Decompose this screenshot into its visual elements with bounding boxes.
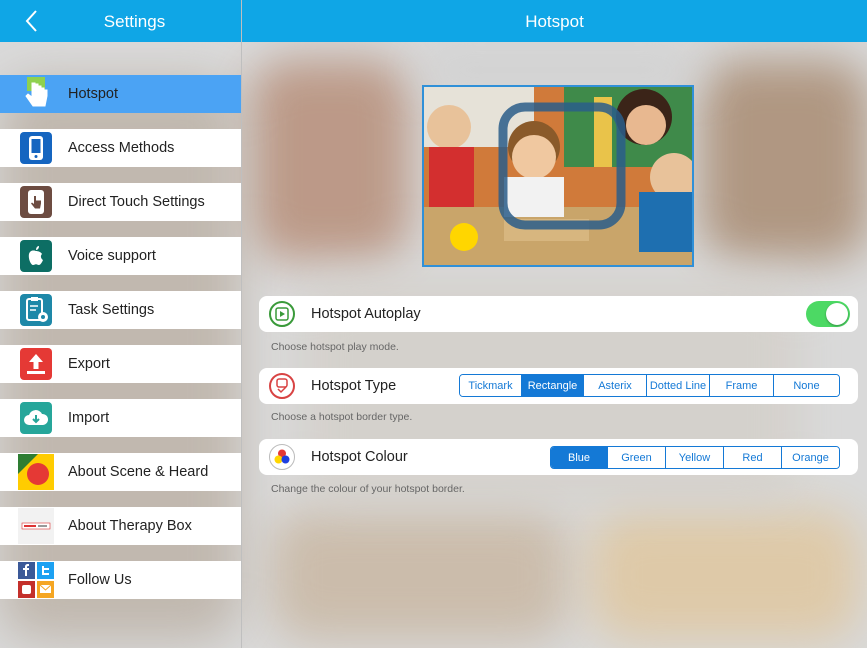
autoplay-label: Hotspot Autoplay xyxy=(311,306,421,322)
upload-icon xyxy=(18,346,54,382)
sidebar-item-label: Voice support xyxy=(68,248,156,264)
sidebar-item-label: Export xyxy=(68,356,110,372)
type-option-frame[interactable]: Frame xyxy=(710,375,774,396)
clipboard-gear-icon xyxy=(18,292,54,328)
autoplay-toggle[interactable] xyxy=(806,301,850,327)
sidebar-item-direct-touch-settings[interactable]: Direct Touch Settings xyxy=(0,183,241,221)
sidebar-item-label: About Therapy Box xyxy=(68,518,192,534)
type-option-tickmark[interactable]: Tickmark xyxy=(460,375,522,396)
autoplay-hint: Choose hotspot play mode. xyxy=(271,341,399,353)
scene-heard-logo-icon xyxy=(18,454,54,490)
sidebar-item-access-methods[interactable]: Access Methods xyxy=(0,129,241,167)
social-icons xyxy=(18,562,54,598)
cloud-download-icon xyxy=(18,400,54,436)
type-option-dotted-line[interactable]: Dotted Line xyxy=(647,375,710,396)
type-option-asterix[interactable]: Asterix xyxy=(584,375,647,396)
colour-option-yellow[interactable]: Yellow xyxy=(666,447,724,468)
sidebar-item-label: Direct Touch Settings xyxy=(68,194,205,210)
sidebar-item-label: Import xyxy=(68,410,110,426)
hotspot-colour-hint: Change the colour of your hotspot border… xyxy=(271,483,465,495)
colour-option-green[interactable]: Green xyxy=(608,447,666,468)
hotspot-colour-label: Hotspot Colour xyxy=(311,449,408,465)
tablet-icon xyxy=(18,130,54,166)
play-icon xyxy=(269,301,295,327)
sidebar-item-label: Follow Us xyxy=(68,572,132,588)
sidebar-item-hotspot[interactable]: Hotspot xyxy=(0,75,241,113)
page-title: Hotspot xyxy=(525,12,584,31)
sidebar-item-label: Access Methods xyxy=(68,140,175,156)
hotspot-type-segmented-control: Tickmark Rectangle Asterix Dotted Line F… xyxy=(459,374,840,397)
sidebar-title: Settings xyxy=(103,12,166,31)
colour-option-red[interactable]: Red xyxy=(724,447,782,468)
autoplay-row: Hotspot Autoplay xyxy=(259,296,858,332)
hand-pointer-icon xyxy=(18,76,54,112)
colour-option-blue[interactable]: Blue xyxy=(551,447,608,468)
colour-option-orange[interactable]: Orange xyxy=(782,447,839,468)
hotspot-colour-segmented-control: Blue Green Yellow Red Orange xyxy=(550,446,840,469)
apple-icon xyxy=(18,238,54,274)
sidebar-item-label: About Scene & Heard xyxy=(68,464,209,480)
sidebar-item-label: Hotspot xyxy=(68,86,118,102)
sidebar-item-export[interactable]: Export xyxy=(0,345,241,383)
sidebar-item-label: Task Settings xyxy=(68,302,155,318)
toggle-knob xyxy=(826,303,848,325)
colour-palette-icon xyxy=(269,444,295,470)
type-option-rectangle[interactable]: Rectangle xyxy=(522,375,584,396)
sidebar-item-about-therapy-box[interactable]: About Therapy Box xyxy=(0,507,241,545)
hotspot-preview-image xyxy=(422,85,694,267)
sidebar-divider xyxy=(241,0,242,648)
sidebar-item-task-settings[interactable]: Task Settings xyxy=(0,291,241,329)
sidebar-item-import[interactable]: Import xyxy=(0,399,241,437)
sidebar-item-about-scene-heard[interactable]: About Scene & Heard xyxy=(0,453,241,491)
hotspot-type-icon xyxy=(269,373,295,399)
type-option-none[interactable]: None xyxy=(774,375,839,396)
sidebar-item-follow-us[interactable]: Follow Us xyxy=(0,561,241,599)
sidebar-header: Settings xyxy=(0,0,241,42)
therapy-box-logo-icon xyxy=(18,508,54,544)
hotspot-type-label: Hotspot Type xyxy=(311,378,397,394)
touch-tablet-icon xyxy=(18,184,54,220)
main-header: Hotspot xyxy=(242,0,867,42)
hotspot-type-hint: Choose a hotspot border type. xyxy=(271,411,413,423)
sidebar: Settings Hotspot Access Methods Direct T… xyxy=(0,0,241,648)
sidebar-item-voice-support[interactable]: Voice support xyxy=(0,237,241,275)
